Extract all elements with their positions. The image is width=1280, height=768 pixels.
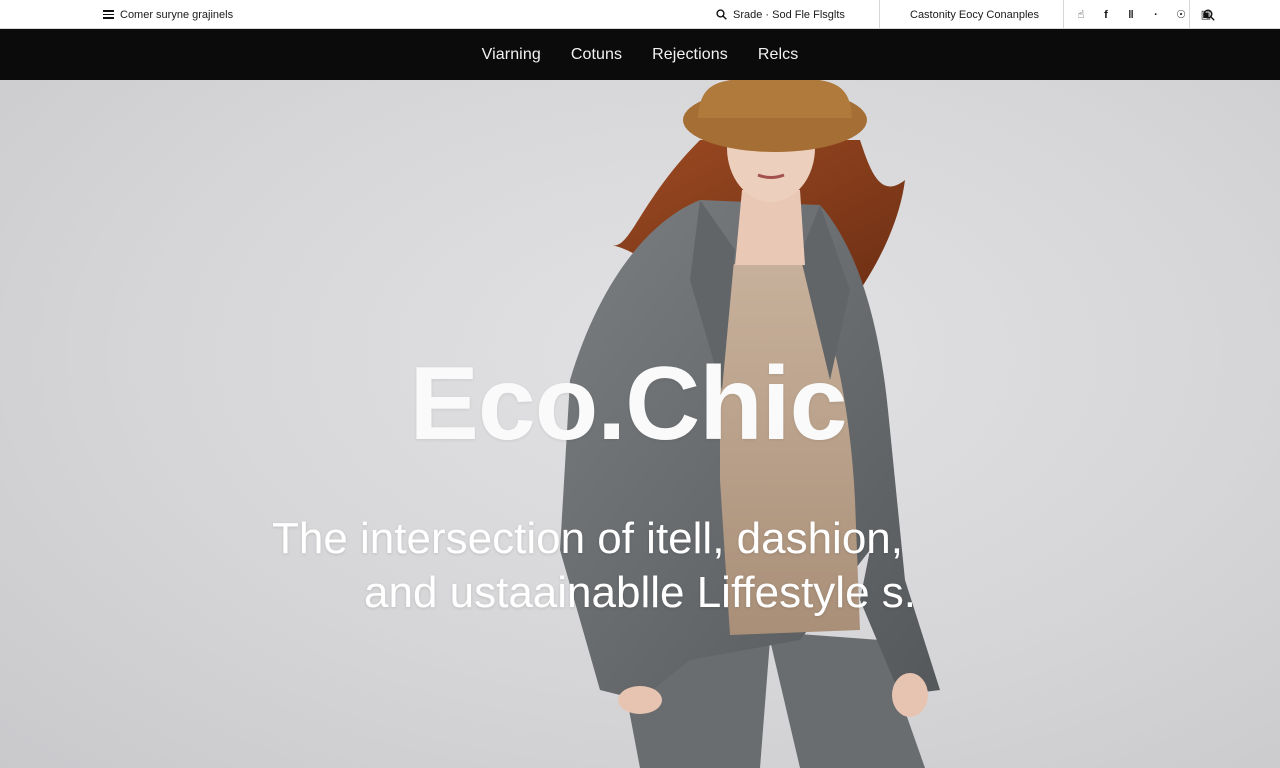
- hero-subtitle-line-1: The intersection of itell, dashion,: [271, 514, 904, 563]
- hero-subtitle: The intersection of itell, dashion, and …: [160, 512, 1120, 620]
- top-search-label: Srade · Sod Fle Flsglts: [733, 8, 845, 21]
- hamburger-icon: [103, 10, 114, 19]
- facebook-icon[interactable]: f: [1099, 8, 1113, 22]
- utility-bar: Comer suryne grajinels Srade · Sod Fle F…: [0, 0, 1280, 29]
- pause-icon[interactable]: ‖: [1124, 8, 1138, 22]
- menu-label: Comer suryne grajinels: [120, 8, 234, 21]
- hero-banner: Eco.Chic The intersection of itell, dash…: [0, 80, 1280, 768]
- search-icon: [716, 9, 727, 20]
- top-search-link[interactable]: Srade · Sod Fle Flsglts: [716, 0, 845, 29]
- category-link[interactable]: Castonity Eocy Conanples: [910, 0, 1039, 29]
- menu-button[interactable]: Comer suryne grajinels: [103, 0, 233, 29]
- hero-subtitle-line-2: and ustaainablle Liffestyle s.: [364, 568, 916, 617]
- nav-item-cotuns[interactable]: Cotuns: [571, 46, 622, 64]
- pin-icon[interactable]: ☉: [1174, 8, 1188, 22]
- thumb-icon[interactable]: ☝: [1074, 8, 1088, 22]
- search-button[interactable]: [1201, 0, 1217, 29]
- hero-title: Eco.Chic: [409, 346, 848, 462]
- divider: [1189, 0, 1190, 29]
- main-nav: Viarning Cotuns Rejections Relcs: [0, 29, 1280, 80]
- nav-item-viarning[interactable]: Viarning: [482, 46, 541, 64]
- dot-icon[interactable]: ·: [1149, 8, 1163, 22]
- nav-item-relcs[interactable]: Relcs: [758, 46, 799, 64]
- divider: [1063, 0, 1064, 29]
- divider: [879, 0, 880, 29]
- social-links: ☝ f ‖ · ☉ ▣: [1074, 0, 1213, 29]
- nav-item-rejections[interactable]: Rejections: [652, 46, 728, 64]
- search-icon: [1203, 9, 1215, 21]
